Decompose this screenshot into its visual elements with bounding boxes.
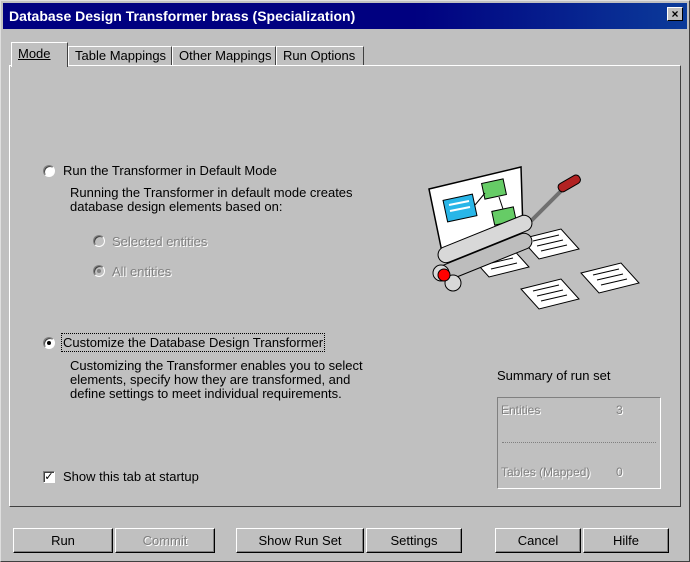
commit-button[interactable]: Commit <box>115 528 215 553</box>
settings-button[interactable]: Settings <box>366 528 462 553</box>
summary-tables-label: Tables (Mapped) <box>501 465 591 479</box>
customize-radio[interactable] <box>43 337 55 349</box>
selected-entities-radio[interactable] <box>93 235 105 247</box>
customize-desc-line2: elements, specify how they are transform… <box>70 372 351 387</box>
transformer-dialog: Database Design Transformer brass (Speci… <box>0 0 690 562</box>
summary-box: Entities 3 Tables (Mapped) 0 <box>497 397 661 489</box>
tab-run-options-label: Run Options <box>283 48 356 63</box>
window-title: Database Design Transformer brass (Speci… <box>9 8 356 24</box>
tab-run-options[interactable]: Run Options <box>276 46 364 66</box>
summary-heading: Summary of run set <box>497 368 611 383</box>
show-tab-checkbox[interactable]: ✓ <box>43 471 55 483</box>
run-button[interactable]: Run <box>13 528 113 553</box>
crank-handle-icon <box>529 174 581 223</box>
close-button[interactable]: × <box>667 7 683 21</box>
commit-button-label: Commit <box>142 532 188 548</box>
summary-entities-label: Entities <box>501 403 541 417</box>
all-entities-radio[interactable] <box>93 265 105 277</box>
cancel-button[interactable]: Cancel <box>495 528 581 553</box>
help-button-label: Hilfe <box>612 532 639 548</box>
summary-entities-value: 3 <box>616 403 623 417</box>
show-run-set-button-label: Show Run Set <box>258 532 342 548</box>
tab-other-mappings-label: Other Mappings <box>179 48 272 63</box>
settings-button-label: Settings <box>390 532 438 548</box>
default-mode-label[interactable]: Run the Transformer in Default Mode <box>63 163 277 178</box>
customize-label[interactable]: Customize the Database Design Transforme… <box>60 333 326 352</box>
customize-desc-line1: Customizing the Transformer enables you … <box>70 358 363 373</box>
cancel-button-label: Cancel <box>517 532 559 548</box>
customize-description: Customizing the Transformer enables you … <box>70 359 363 401</box>
summary-tables-value: 0 <box>616 465 623 479</box>
output-sheet-icon <box>580 262 640 294</box>
tab-other-mappings[interactable]: Other Mappings <box>172 46 276 66</box>
transformer-machine-icon <box>428 166 640 310</box>
tab-table-mappings-label: Table Mappings <box>75 48 167 63</box>
run-button-label: Run <box>51 532 75 548</box>
customize-radio-dot <box>47 341 51 345</box>
customize-desc-line3: define settings to meet individual requi… <box>70 386 342 401</box>
show-tab-checkbox-label[interactable]: Show this tab at startup <box>63 469 199 484</box>
selected-entities-label[interactable]: Selected entities <box>112 234 207 249</box>
default-mode-desc-line2: database design elements based on: <box>70 199 283 214</box>
default-mode-desc-line1: Running the Transformer in default mode … <box>70 185 353 200</box>
all-entities-label[interactable]: All entities <box>112 264 171 279</box>
output-sheet-icon <box>520 278 580 310</box>
default-mode-radio[interactable] <box>43 165 55 177</box>
all-entities-radio-dot <box>97 269 101 273</box>
title-bar[interactable]: Database Design Transformer brass (Speci… <box>3 3 687 29</box>
tab-table-mappings[interactable]: Table Mappings <box>68 46 172 66</box>
help-button[interactable]: Hilfe <box>583 528 669 553</box>
show-run-set-button[interactable]: Show Run Set <box>236 528 364 553</box>
summary-separator <box>502 442 656 443</box>
tab-mode[interactable]: Mode <box>11 42 68 67</box>
default-mode-description: Running the Transformer in default mode … <box>70 186 353 214</box>
tab-mode-label: Mode <box>18 46 51 61</box>
